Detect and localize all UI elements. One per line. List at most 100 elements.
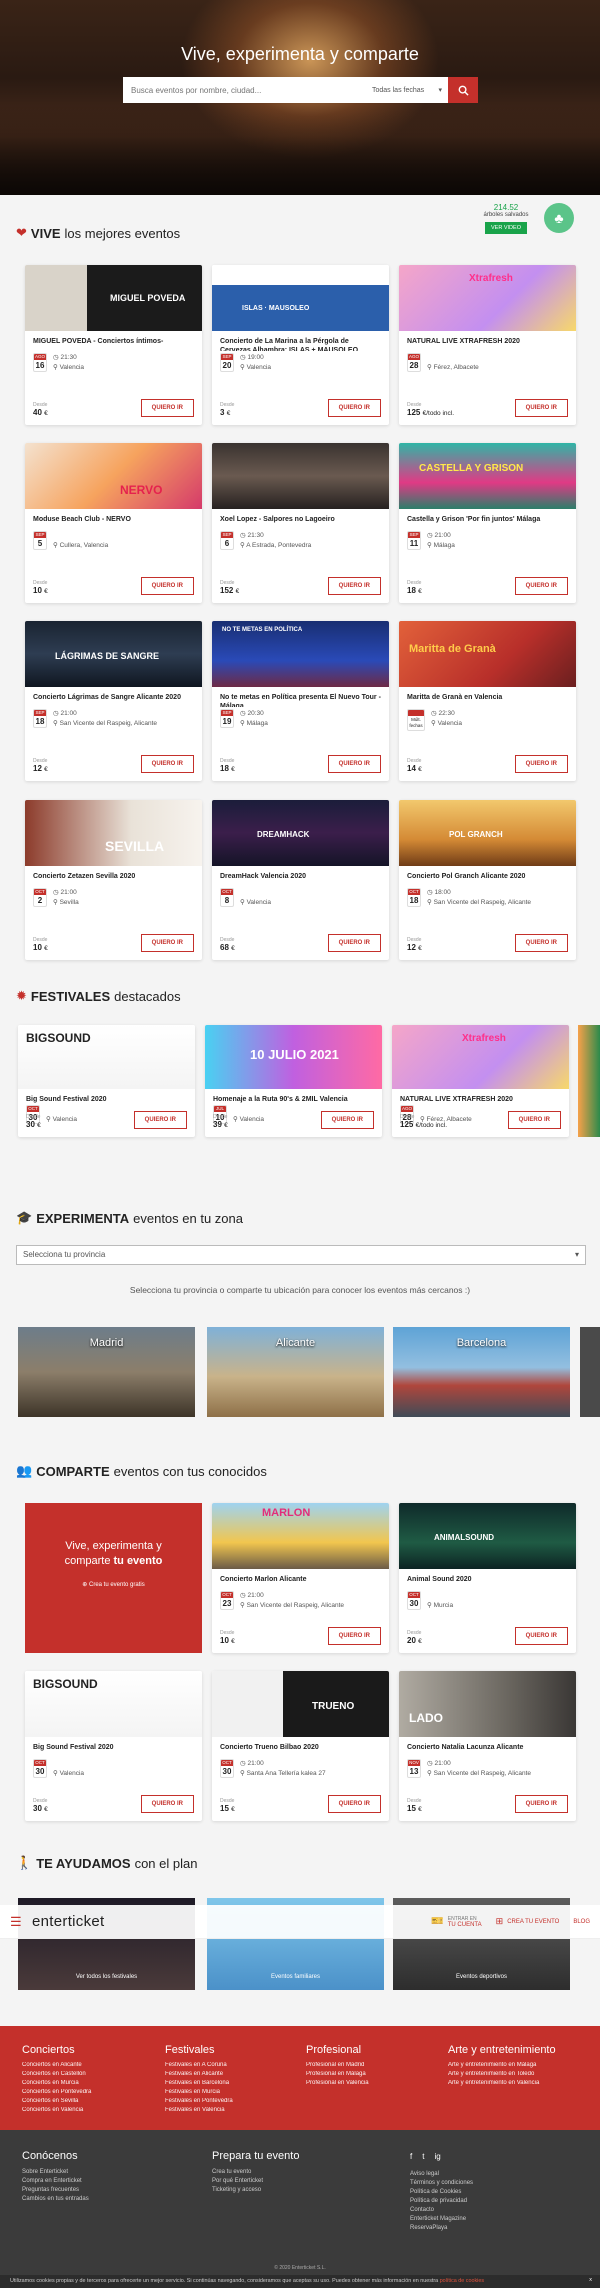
quiero-ir-button[interactable]: QUIERO IR xyxy=(327,399,381,417)
event-card[interactable]: 10 JULIO 2021 Homenaje a la Ruta 90's & … xyxy=(205,1025,382,1137)
footer-link[interactable]: Arte y entretenimiento en Málaga xyxy=(448,2061,588,2070)
footer-link[interactable]: Conciertos en Alicante xyxy=(22,2061,162,2070)
event-card[interactable]: CASTELLA Y GRISON Castella y Grison 'Por… xyxy=(399,443,576,603)
footer-link[interactable]: Por qué Enterticket xyxy=(212,2177,299,2186)
event-card[interactable]: MARLON Concierto Marlon Alicante OCT 23 ◷… xyxy=(212,1503,389,1653)
quiero-ir-button[interactable]: QUIERO IR xyxy=(320,1111,374,1129)
event-title[interactable]: No te metas en Política presenta El Nuev… xyxy=(212,687,389,707)
event-title[interactable]: Big Sound Festival 2020 xyxy=(18,1089,195,1103)
footer-link[interactable]: Política de privacidad xyxy=(410,2197,473,2206)
event-title[interactable]: DreamHack Valencia 2020 xyxy=(212,866,389,886)
footer-link[interactable]: ReservaPlaya xyxy=(410,2224,473,2233)
event-card[interactable]: NERVO Moduse Beach Club - NERVO SEP 5 ⚲ C… xyxy=(25,443,202,603)
event-title[interactable]: Homenaje a la Ruta 90's & 2MIL Valencia xyxy=(205,1089,382,1103)
footer-link[interactable]: Profesional en Valencia xyxy=(306,2079,446,2088)
footer-link[interactable]: Aviso legal xyxy=(410,2170,473,2179)
footer-link[interactable]: Términos y condiciones xyxy=(410,2179,473,2188)
event-card[interactable]: BIGSOUND Big Sound Festival 2020 OCT 30 ⚲… xyxy=(18,1025,195,1137)
date-select[interactable]: Todas las fechas ▾ xyxy=(368,86,448,95)
footer-link[interactable]: Ticketing y acceso xyxy=(212,2186,299,2195)
footer-link[interactable]: Política de Cookies xyxy=(410,2188,473,2197)
event-title[interactable]: Xoel Lopez - Salpores no Lagoeiro xyxy=(212,509,389,529)
quiero-ir-button[interactable]: QUIERO IR xyxy=(140,934,194,952)
quiero-ir-button[interactable]: QUIERO IR xyxy=(514,934,568,952)
quiero-ir-button[interactable]: QUIERO IR xyxy=(514,1627,568,1645)
city-card-alicante[interactable]: Alicante xyxy=(207,1327,384,1417)
event-card[interactable]: Xoel Lopez - Salpores no Lagoeiro SEP 6 ◷… xyxy=(212,443,389,603)
event-card[interactable]: ISLAS · MAUSOLEO Concierto de La Marina … xyxy=(212,265,389,425)
city-card-madrid[interactable]: Madrid xyxy=(18,1327,195,1417)
search-button[interactable] xyxy=(448,77,478,103)
blog-link[interactable]: BLOG xyxy=(573,1919,590,1925)
event-title[interactable]: Concierto de La Marina a la Pérgola de C… xyxy=(212,331,389,351)
event-title[interactable]: MIGUEL POVEDA - Conciertos íntimos- xyxy=(25,331,202,351)
quiero-ir-button[interactable]: QUIERO IR xyxy=(327,934,381,952)
quiero-ir-button[interactable]: QUIERO IR xyxy=(327,1627,381,1645)
quiero-ir-button[interactable]: QUIERO IR xyxy=(140,399,194,417)
quiero-ir-button[interactable]: QUIERO IR xyxy=(140,577,194,595)
event-title[interactable]: Concierto Lágrimas de Sangre Alicante 20… xyxy=(25,687,202,707)
event-card[interactable]: Xtrafresh NATURAL LIVE XTRAFRESH 2020 AG… xyxy=(399,265,576,425)
footer-link[interactable]: Cambios en tus entradas xyxy=(22,2195,89,2204)
event-title[interactable]: Maritta de Granà en Valencia xyxy=(399,687,576,707)
event-title[interactable]: Moduse Beach Club - NERVO xyxy=(25,509,202,529)
footer-link[interactable]: Conciertos en Sevilla xyxy=(22,2097,162,2106)
quiero-ir-button[interactable]: QUIERO IR xyxy=(514,1795,568,1813)
event-card[interactable]: POL GRANCH Concierto Pol Granch Alicante… xyxy=(399,800,576,960)
event-title[interactable]: Concierto Trueno Bilbao 2020 xyxy=(212,1737,389,1757)
create-event-card[interactable]: Vive, experimenta y comparte tu evento ⊕ … xyxy=(25,1503,202,1653)
footer-link[interactable]: Profesional en Madrid xyxy=(306,2061,446,2070)
event-title[interactable]: Castella y Grison 'Por fin juntos' Málag… xyxy=(399,509,576,529)
footer-link[interactable]: Crea tu evento xyxy=(212,2168,299,2177)
quiero-ir-button[interactable]: QUIERO IR xyxy=(327,755,381,773)
quiero-ir-button[interactable]: QUIERO IR xyxy=(507,1111,561,1129)
quiero-ir-button[interactable]: QUIERO IR xyxy=(133,1111,187,1129)
footer-link[interactable]: Festivales en Barcelona xyxy=(165,2079,305,2088)
quiero-ir-button[interactable]: QUIERO IR xyxy=(140,755,194,773)
event-card[interactable]: TRUENO Concierto Trueno Bilbao 2020 OCT 3… xyxy=(212,1671,389,1821)
quiero-ir-button[interactable]: QUIERO IR xyxy=(514,577,568,595)
instagram-icon[interactable]: ig xyxy=(434,2152,440,2161)
event-card[interactable]: MIGUEL POVEDA MIGUEL POVEDA - Conciertos… xyxy=(25,265,202,425)
event-title[interactable]: NATURAL LIVE XTRAFRESH 2020 xyxy=(399,331,576,351)
logo[interactable]: enterticket xyxy=(32,1913,105,1930)
event-title[interactable]: Concierto Marlon Alicante xyxy=(212,1569,389,1589)
event-card[interactable]: BIGSOUND Big Sound Festival 2020 OCT 30 ⚲… xyxy=(25,1671,202,1821)
event-title[interactable]: Concierto Pol Granch Alicante 2020 xyxy=(399,866,576,886)
create-event-link[interactable]: ⊞ CREA TU EVENTO xyxy=(496,1916,560,1927)
event-title[interactable]: NATURAL LIVE XTRAFRESH 2020 xyxy=(392,1089,569,1103)
footer-link[interactable]: Conciertos en Castellón xyxy=(22,2070,162,2079)
event-card[interactable]: Xtrafresh NATURAL LIVE XTRAFRESH 2020 AG… xyxy=(392,1025,569,1137)
footer-link[interactable]: Festivales en Murcia xyxy=(165,2088,305,2097)
event-card[interactable]: Maritta de Granà Maritta de Granà en Val… xyxy=(399,621,576,781)
footer-link[interactable]: Festivales en Alicante xyxy=(165,2070,305,2079)
footer-link[interactable]: Enterticket Magazine xyxy=(410,2215,473,2224)
facebook-icon[interactable]: f xyxy=(410,2152,412,2161)
twitter-icon[interactable]: t xyxy=(422,2152,424,2161)
province-select[interactable]: Selecciona tu provincia ▾ xyxy=(16,1245,586,1265)
footer-link[interactable]: Conciertos en Murcia xyxy=(22,2079,162,2088)
footer-link[interactable]: Compra en Enterticket xyxy=(22,2177,89,2186)
footer-link[interactable]: Festivales en A Coruña xyxy=(165,2061,305,2070)
event-title[interactable]: Animal Sound 2020 xyxy=(399,1569,576,1589)
footer-link[interactable]: Arte y entretenimiento en Toledo xyxy=(448,2070,588,2079)
event-title[interactable]: Concierto Natalia Lacunza Alicante xyxy=(399,1737,576,1757)
quiero-ir-button[interactable]: QUIERO IR xyxy=(327,1795,381,1813)
footer-link[interactable]: Festivales en Valencia xyxy=(165,2106,305,2115)
quiero-ir-button[interactable]: QUIERO IR xyxy=(514,399,568,417)
account-link[interactable]: 🎫 ENTRAR EN TU CUENTA xyxy=(431,1916,481,1928)
quiero-ir-button[interactable]: QUIERO IR xyxy=(514,755,568,773)
event-card[interactable]: LADO Concierto Natalia Lacunza Alicante … xyxy=(399,1671,576,1821)
cookie-policy-link[interactable]: política de cookies xyxy=(440,2278,484,2284)
footer-link[interactable]: Sobre Enterticket xyxy=(22,2168,89,2177)
footer-link[interactable]: Conciertos en Valencia xyxy=(22,2106,162,2115)
event-card[interactable]: ANIMALSOUND Animal Sound 2020 OCT 30 ⚲ Mu… xyxy=(399,1503,576,1653)
event-card[interactable]: LÁGRIMAS DE SANGRE Concierto Lágrimas de… xyxy=(25,621,202,781)
quiero-ir-button[interactable]: QUIERO IR xyxy=(140,1795,194,1813)
event-card[interactable]: NO TE METAS EN POLÍTICA No te metas en P… xyxy=(212,621,389,781)
event-card[interactable]: SEVILLA Concierto Zetazen Sevilla 2020 O… xyxy=(25,800,202,960)
quiero-ir-button[interactable]: QUIERO IR xyxy=(327,577,381,595)
watch-video-button[interactable]: VER VIDEO xyxy=(485,222,527,234)
city-card-barcelona[interactable]: Barcelona xyxy=(393,1327,570,1417)
footer-link[interactable]: Preguntas frecuentes xyxy=(22,2186,89,2195)
